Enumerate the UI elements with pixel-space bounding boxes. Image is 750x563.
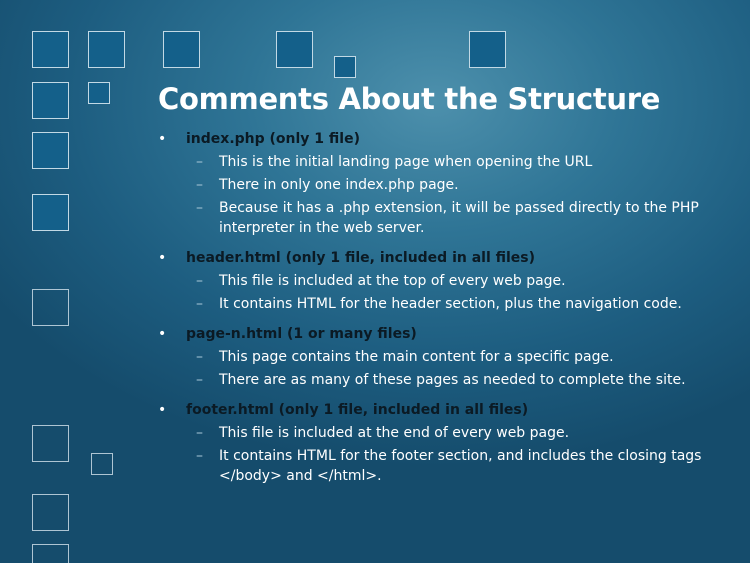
decorative-square <box>88 31 125 68</box>
sub-bullet-item: – It contains HTML for the header sectio… <box>158 294 718 314</box>
sub-bullet-item: – There are as many of these pages as ne… <box>158 370 718 390</box>
sub-bullet-item: – This page contains the main content fo… <box>158 347 718 367</box>
decorative-square <box>334 56 356 78</box>
slide-content: • index.php (only 1 file) – This is the … <box>158 130 718 486</box>
sub-bullet-item: – This file is included at the end of ev… <box>158 423 718 443</box>
decorative-square <box>32 132 69 169</box>
dash-glyph: – <box>196 296 203 312</box>
decorative-square <box>32 194 69 231</box>
bullet-glyph: • <box>158 250 167 266</box>
decorative-square <box>32 544 69 563</box>
sub-bullet-text: There are as many of these pages as need… <box>219 372 686 388</box>
decorative-square <box>32 494 69 531</box>
decorative-square <box>32 82 69 119</box>
sub-bullet-text: This is the initial landing page when op… <box>219 154 593 170</box>
dash-glyph: – <box>196 448 203 464</box>
decorative-square <box>32 425 69 462</box>
dash-glyph: – <box>196 200 203 216</box>
decorative-square <box>469 31 506 68</box>
decorative-square <box>32 31 69 68</box>
decorative-square <box>163 31 200 68</box>
bullet-glyph: • <box>158 131 167 147</box>
sub-bullet-text: There in only one index.php page. <box>219 177 459 193</box>
sub-bullet-text: This page contains the main content for … <box>219 349 614 365</box>
sub-bullet-item: – This file is included at the top of ev… <box>158 271 718 291</box>
decorative-square <box>91 453 113 475</box>
decorative-square <box>276 31 313 68</box>
sub-bullet-text: It contains HTML for the header section,… <box>219 296 682 312</box>
bullet-text: footer.html (only 1 file, included in al… <box>186 402 529 418</box>
slide: Comments About the Structure • index.php… <box>0 0 750 563</box>
dash-glyph: – <box>196 273 203 289</box>
bullet-item: • index.php (only 1 file) <box>158 130 718 149</box>
dash-glyph: – <box>196 177 203 193</box>
dash-glyph: – <box>196 425 203 441</box>
bullet-glyph: • <box>158 326 167 342</box>
bullet-text: header.html (only 1 file, included in al… <box>186 250 536 266</box>
sub-bullet-text: Because it has a .php extension, it will… <box>219 200 699 236</box>
sub-bullet-item: – There in only one index.php page. <box>158 175 718 195</box>
bullet-item: • footer.html (only 1 file, included in … <box>158 401 718 420</box>
sub-bullet-text: It contains HTML for the footer section,… <box>219 448 702 484</box>
dash-glyph: – <box>196 154 203 170</box>
sub-bullet-text: This file is included at the end of ever… <box>219 425 570 441</box>
decorative-square <box>32 289 69 326</box>
sub-bullet-text: This file is included at the top of ever… <box>219 273 566 289</box>
slide-title: Comments About the Structure <box>158 82 661 116</box>
bullet-text: page-n.html (1 or many files) <box>186 326 417 342</box>
bullet-glyph: • <box>158 402 167 418</box>
dash-glyph: – <box>196 349 203 365</box>
sub-bullet-item: – It contains HTML for the footer sectio… <box>158 446 718 486</box>
bullet-item: • page-n.html (1 or many files) <box>158 325 718 344</box>
bullet-text: index.php (only 1 file) <box>186 131 360 147</box>
sub-bullet-item: – This is the initial landing page when … <box>158 152 718 172</box>
sub-bullet-item: – Because it has a .php extension, it wi… <box>158 198 718 238</box>
bullet-item: • header.html (only 1 file, included in … <box>158 249 718 268</box>
decorative-square <box>88 82 110 104</box>
dash-glyph: – <box>196 372 203 388</box>
